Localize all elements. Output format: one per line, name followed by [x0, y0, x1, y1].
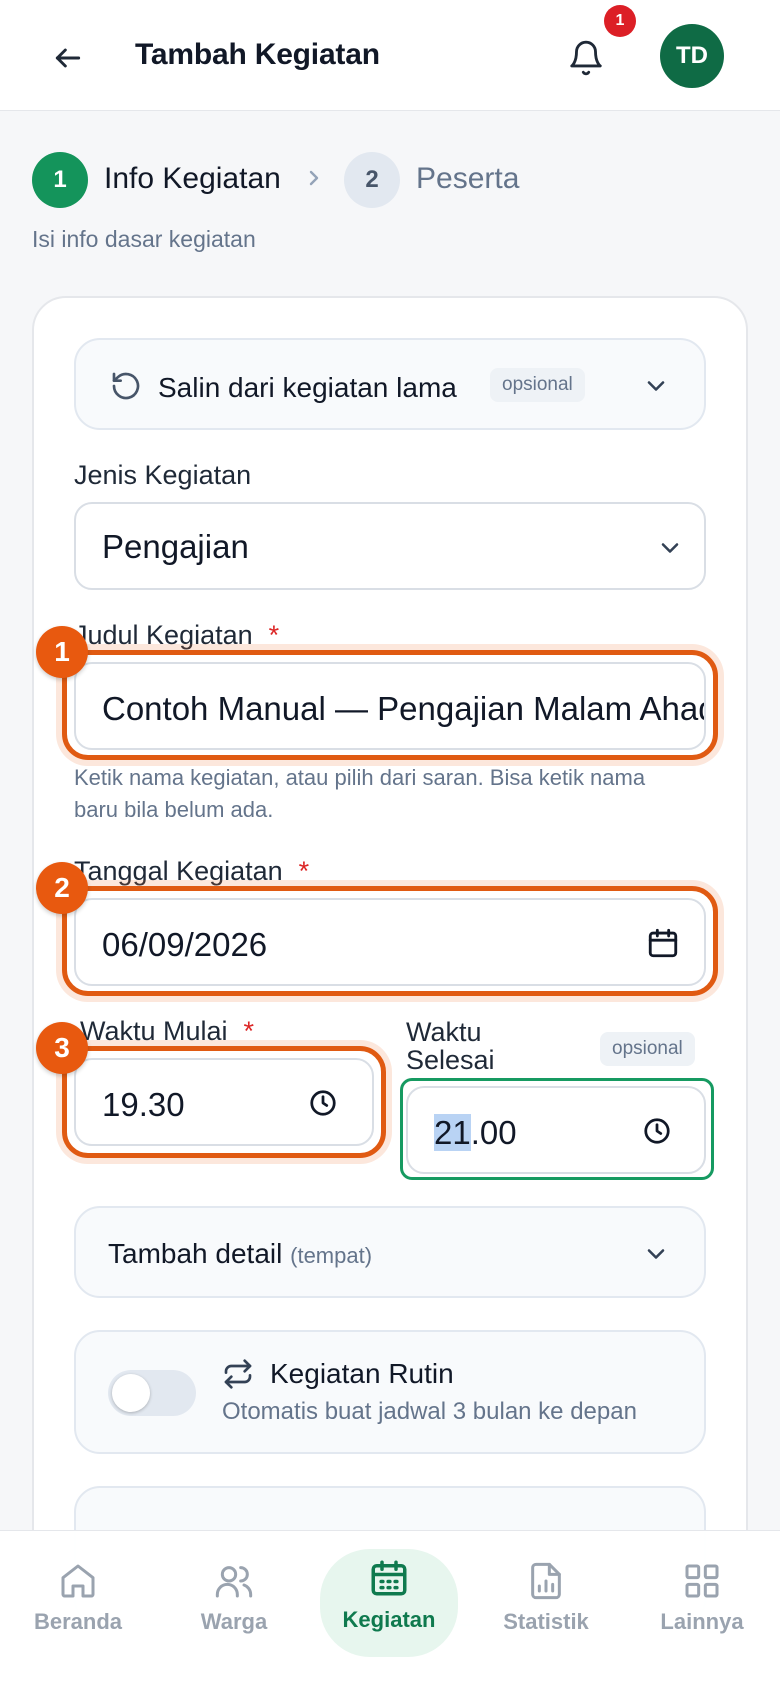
optional-badge: opsional	[600, 1032, 695, 1066]
waktu-mulai-label: Waktu Mulai *	[80, 1016, 255, 1046]
waktu-selesai-label: Waktu Selesai	[406, 1017, 495, 1075]
repeat-icon	[224, 1359, 252, 1389]
nav-label: Statistik	[503, 1609, 589, 1634]
kegiatan-rutin-card: Kegiatan Rutin Otomatis buat jadwal 3 bu…	[74, 1330, 706, 1454]
clock-icon[interactable]	[308, 1088, 338, 1118]
tanggal-kegiatan-input[interactable]: 06/09/2026	[74, 898, 706, 986]
history-icon	[112, 372, 140, 400]
clock-icon[interactable]	[642, 1116, 672, 1146]
page-title: Tambah Kegiatan	[135, 38, 380, 71]
judul-kegiatan-input[interactable]: Contoh Manual — Pengajian Malam Ahad	[74, 662, 706, 750]
judul-help-text: Ketik nama kegiatan, atau pilih dari sar…	[74, 765, 646, 822]
notification-button[interactable]	[560, 32, 612, 84]
selected-text: 21	[434, 1114, 471, 1151]
chevron-down-icon	[647, 381, 665, 391]
step-1-indicator: 1	[32, 152, 88, 208]
nav-label: Kegiatan	[342, 1607, 436, 1632]
step-marker-2: 2	[36, 862, 88, 914]
judul-kegiatan-value: Contoh Manual — Pengajian Malam Ahad	[102, 690, 706, 727]
chevron-down-icon	[661, 543, 679, 553]
app-header: Tambah Kegiatan 1 TD	[0, 0, 780, 111]
arrow-left-icon	[55, 48, 81, 68]
tanggal-kegiatan-label: Tanggal Kegiatan *	[74, 856, 310, 886]
copy-from-previous-toggle[interactable]: Salin dari kegiatan lama opsional	[74, 338, 706, 430]
nav-label: Beranda	[33, 1609, 123, 1634]
chevron-down-icon	[647, 1249, 665, 1259]
nav-item-statistik[interactable]: Statistik	[476, 1553, 616, 1653]
step-1-label: Info Kegiatan	[104, 162, 281, 195]
step-marker-3: 3	[36, 1022, 88, 1074]
nav-item-warga[interactable]: Warga	[164, 1553, 304, 1653]
toggle-knob	[112, 1374, 150, 1412]
avatar[interactable]: TD	[660, 24, 724, 88]
step-2-indicator: 2	[344, 152, 400, 208]
chart-file-icon	[531, 1562, 561, 1600]
calendar-icon	[371, 1560, 407, 1596]
chevron-right-icon	[309, 170, 319, 186]
judul-kegiatan-label: Judul Kegiatan *	[74, 620, 280, 650]
nav-item-beranda[interactable]: Beranda	[8, 1553, 148, 1653]
waktu-selesai-value: 21.00	[434, 1114, 517, 1151]
waktu-mulai-input[interactable]: 19.30	[74, 1058, 374, 1146]
home-icon	[61, 1564, 95, 1598]
kegiatan-rutin-subtitle: Otomatis buat jadwal 3 bulan ke depan	[222, 1398, 637, 1425]
jenis-kegiatan-select[interactable]: Pengajian	[74, 502, 706, 590]
waktu-mulai-value: 19.30	[102, 1086, 185, 1123]
nav-item-kegiatan[interactable]: Kegiatan	[320, 1549, 458, 1657]
tanggal-kegiatan-value: 06/09/2026	[102, 926, 268, 963]
users-icon	[215, 1566, 253, 1598]
step-marker-1: 1	[36, 626, 88, 678]
kegiatan-rutin-toggle[interactable]	[108, 1370, 196, 1416]
back-button[interactable]	[44, 34, 92, 82]
waktu-selesai-input[interactable]: 21.00	[406, 1086, 706, 1174]
copy-label: Salin dari kegiatan lama	[158, 372, 457, 403]
optional-badge: opsional	[490, 368, 585, 402]
step-subtitle: Isi info dasar kegiatan	[32, 226, 256, 252]
step-2-label: Peserta	[416, 162, 520, 195]
calendar-icon[interactable]	[646, 926, 680, 960]
nav-item-lainnya[interactable]: Lainnya	[632, 1553, 772, 1653]
add-detail-label: Tambah detail (tempat)	[108, 1238, 373, 1269]
jenis-kegiatan-value: Pengajian	[102, 528, 249, 565]
bottom-navigation: Beranda Warga Kegiatan Statistik Lainnya	[0, 1530, 780, 1688]
nav-label: Lainnya	[660, 1609, 744, 1634]
bell-icon	[570, 40, 602, 76]
kegiatan-rutin-title: Kegiatan Rutin	[270, 1358, 454, 1389]
add-detail-toggle[interactable]: Tambah detail (tempat)	[74, 1206, 706, 1298]
notification-badge: 1	[604, 5, 636, 37]
jenis-kegiatan-label: Jenis Kegiatan	[74, 460, 252, 490]
nav-label: Warga	[200, 1609, 268, 1634]
grid-icon	[685, 1564, 719, 1598]
